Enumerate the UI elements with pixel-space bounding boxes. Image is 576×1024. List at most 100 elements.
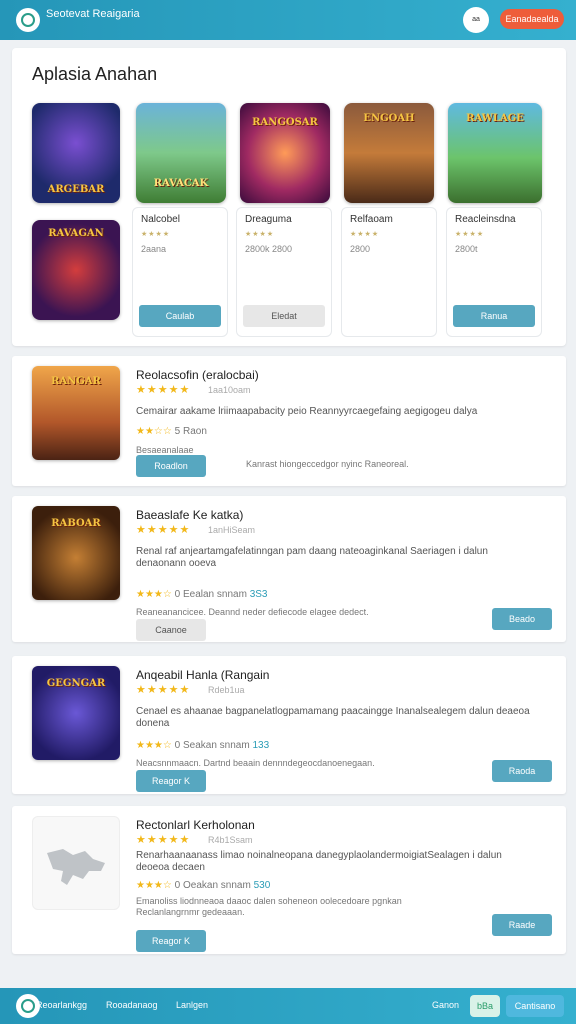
rating-number: 0 [174, 740, 181, 751]
cover-image[interactable]: RANGOSAR [240, 103, 330, 203]
app-card-button[interactable]: Eledat [243, 305, 325, 327]
list-item-description: Renarhaanaanass limao noinalneopana dane… [136, 850, 502, 873]
list-item-rating: ★★★☆ 0 Seakan snnam 133 [136, 740, 269, 751]
list-item-count: Rdeb1ua [208, 685, 245, 695]
app-card-meta: 2800 [350, 244, 371, 254]
cover-title: ARGEBAR [47, 184, 105, 195]
rating-stars: ★★★☆ [136, 740, 172, 751]
cover-title: RAVAGAN [48, 228, 104, 239]
list-item-rating: ★★★☆ 0 Oeakan snnam 530 [136, 880, 270, 891]
top-app-bar: Seotevat Reaigaria aa Eanadaealda [0, 0, 576, 40]
list-item-cover: RANGAR [32, 366, 120, 460]
list-item-stars: ★★★★★ [136, 524, 191, 536]
list-item-side-button[interactable]: Raade [492, 914, 552, 936]
app-card-meta: 2aana [141, 244, 167, 254]
cover-title: RABOAR [51, 518, 101, 529]
rating-number: 0 [174, 880, 181, 891]
app-card-stars: ★★★★ [245, 231, 275, 238]
section-title: Aplasia Anahan [32, 64, 158, 84]
list-item-side-button[interactable]: Beado [492, 608, 552, 630]
user-avatar[interactable]: aa [463, 7, 489, 33]
rating-text: Eealan snnam [182, 589, 247, 600]
list-item-description: Renal raf anjeartamgafelatinngan pam daa… [136, 546, 488, 569]
app-card[interactable]: Nalcobel ★★★★ 2aana Caulab [132, 207, 228, 337]
cover-title: RAVACAK [153, 178, 209, 189]
rating-highlight: 3S3 [249, 589, 268, 600]
list-item-title: Baeaslafe Ke katka) [136, 508, 244, 522]
cover-title: RANGAR [51, 376, 101, 387]
rating-highlight: 133 [252, 740, 270, 751]
list-item-side-text: Kanrast hiongeccedgor nyinc Raneoreal. [246, 459, 409, 469]
app-card-stars: ★★★★ [141, 231, 171, 238]
list-item-stars: ★★★★★ [136, 834, 191, 846]
list-item-note: Neacsnnmaacn. Dartnd beaain dennndegeocd… [136, 758, 375, 768]
rating-stars: ★★☆☆ [136, 426, 172, 437]
list-item[interactable]: Rectonlarl Kerholonan ★★★★★ R4b1Ssam Ren… [12, 806, 566, 954]
cover-image[interactable]: RAVACAK [136, 103, 226, 203]
list-item-description: Cemairar aakame lriimaapabacity peio Rea… [136, 406, 478, 417]
list-item-side-button[interactable]: Raoda [492, 760, 552, 782]
header-action-button[interactable]: Eanadaealda [500, 9, 564, 29]
list-item-rating: ★★☆☆ 5 Raon [136, 426, 207, 437]
rating-text: Seakan snnam [182, 740, 250, 751]
app-card[interactable]: Dreaguma ★★★★ 2800k 2800 Eledat [236, 207, 332, 337]
app-card-stars: ★★★★ [350, 231, 380, 238]
cover-title: ENGOAH [363, 113, 415, 124]
list-item-action-button[interactable]: Caanoe [136, 619, 206, 641]
list-item-note: Emanoliss liodnneaoa daaoc dalen soheneo… [136, 896, 402, 917]
footer-link-3[interactable]: Lanlgen [176, 1000, 208, 1010]
app-card-button[interactable]: Ranua [453, 305, 535, 327]
cover-title: GEGNGAR [46, 678, 106, 689]
app-card-name: Nalcobel [141, 214, 180, 225]
list-item-note: Besaeanalaae [136, 445, 194, 455]
app-card-button[interactable]: Caulab [139, 305, 221, 327]
bottom-bar: Reoarlankgg Rooadanaog Lanlgen Ganon bBa… [0, 988, 576, 1024]
list-item-count: R4b1Ssam [208, 835, 253, 845]
list-item-title: Rectonlarl Kerholonan [136, 818, 255, 832]
footer-badge[interactable]: bBa [470, 995, 500, 1017]
list-item-title: Anqeabil Hanla (Rangain [136, 668, 270, 682]
app-card[interactable]: Relfaoam ★★★★ 2800 [341, 207, 437, 337]
cover-image[interactable]: RAWLAGE [448, 103, 542, 203]
app-card-name: Reacleinsdna [455, 214, 516, 225]
footer-link-2[interactable]: Rooadanaog [106, 1000, 158, 1010]
rating-number: 5 [174, 426, 181, 437]
rating-stars: ★★★☆ [136, 880, 172, 891]
app-card-meta: 2800k 2800 [245, 244, 293, 254]
list-item-stars: ★★★★★ [136, 384, 191, 396]
footer-link-1[interactable]: Reoarlankgg [36, 1000, 87, 1010]
list-item-cover-placeholder [32, 816, 120, 910]
image-placeholder-icon [47, 849, 105, 885]
footer-link-4[interactable]: Ganon [432, 1000, 459, 1010]
list-item[interactable]: GEGNGAR Anqeabil Hanla (Rangain ★★★★★ Rd… [12, 656, 566, 794]
rating-number: 0 [174, 589, 181, 600]
cover-image[interactable]: RAVAGAN [32, 220, 120, 320]
app-brand-name: Seotevat Reaigaria [46, 8, 140, 20]
list-item[interactable]: RANGAR Reolacsofin (eralocbai) ★★★★★ 1aa… [12, 356, 566, 486]
list-item-count: 1aa10oam [208, 385, 251, 395]
list-item-action-button[interactable]: Reagor K [136, 770, 206, 792]
list-item-title: Reolacsofin (eralocbai) [136, 368, 259, 382]
list-item-cover: RABOAR [32, 506, 120, 600]
list-item-action-button[interactable]: Roadlon [136, 455, 206, 477]
list-item-rating: ★★★☆ 0 Eealan snnam 3S3 [136, 589, 268, 600]
app-card-stars: ★★★★ [455, 231, 485, 238]
cover-image[interactable]: ARGEBAR [32, 103, 120, 203]
cover-title: RANGOSAR [252, 117, 318, 128]
rating-text: Raon [182, 426, 207, 437]
app-card[interactable]: Reacleinsdna ★★★★ 2800t Ranua [446, 207, 542, 337]
cover-image[interactable]: ENGOAH [344, 103, 434, 203]
list-item[interactable]: RABOAR Baeaslafe Ke katka) ★★★★★ 1anHiSe… [12, 496, 566, 642]
footer-cta-button[interactable]: Cantisano [506, 995, 564, 1017]
list-item-count: 1anHiSeam [208, 525, 256, 535]
list-item-description: Cenael es ahaanae bagpanelatlogpamamang … [136, 706, 530, 729]
list-item-action-button[interactable]: Reagor K [136, 930, 206, 952]
cover-title: RAWLAGE [466, 113, 524, 124]
rating-text: Oeakan snnam [182, 880, 251, 891]
app-card-meta: 2800t [455, 244, 478, 254]
app-logo-icon[interactable] [16, 8, 40, 32]
app-card-name: Relfaoam [350, 214, 393, 225]
list-item-cover: GEGNGAR [32, 666, 120, 760]
list-item-stars: ★★★★★ [136, 684, 191, 696]
list-item-note: Reaneanancicee. Deannd neder defiecode e… [136, 607, 369, 617]
